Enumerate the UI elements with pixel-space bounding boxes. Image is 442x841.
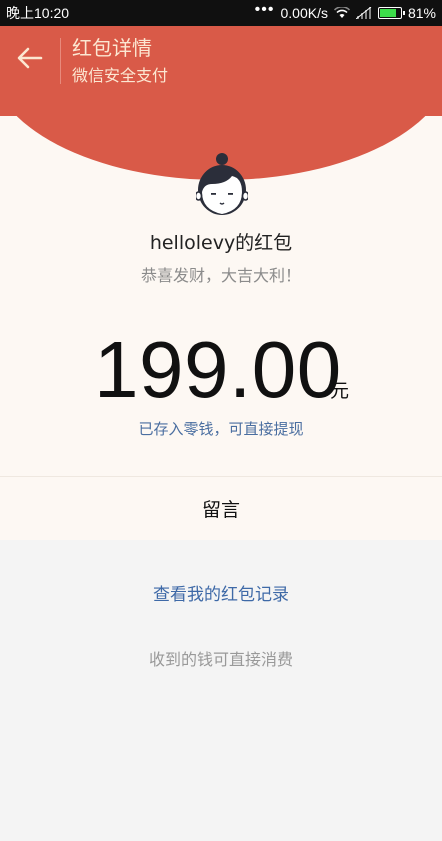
app-header: 红包详情 微信安全支付	[0, 26, 442, 116]
avatar-face-icon[interactable]	[196, 150, 248, 218]
amount-row: 199.00 元	[0, 328, 442, 412]
view-records-link[interactable]: 查看我的红包记录	[0, 580, 442, 605]
message-button[interactable]: 留言	[0, 477, 442, 540]
battery-percent: 81%	[407, 5, 436, 21]
header-divider	[60, 38, 61, 84]
battery-icon	[377, 7, 405, 19]
saved-to-change-link[interactable]: 已存入零钱，可直接提现	[0, 418, 442, 439]
network-speed: 0.00K/s	[280, 5, 328, 21]
amount-unit: 元	[330, 380, 350, 402]
status-bar: 晚上10:20 ••• 0.00K/s 81%	[0, 0, 442, 26]
sender-name: hellolevy的红包	[149, 232, 293, 254]
greeting-text: 恭喜发财，大吉大利！	[140, 266, 301, 285]
status-time: 晚上10:20	[6, 5, 70, 21]
back-button[interactable]	[12, 40, 48, 76]
footnote-text: 收到的钱可直接消费	[148, 650, 293, 669]
arrow-left-icon	[17, 47, 43, 69]
status-indicators: ••• 0.00K/s 81%	[254, 1, 436, 22]
amount-value: 199.00	[94, 325, 342, 414]
page-subtitle: 微信安全支付	[72, 66, 169, 85]
more-dots-icon: •••	[254, 1, 275, 18]
page-title: 红包详情	[72, 36, 152, 60]
signal-icon	[355, 7, 372, 19]
wifi-icon	[333, 7, 350, 18]
